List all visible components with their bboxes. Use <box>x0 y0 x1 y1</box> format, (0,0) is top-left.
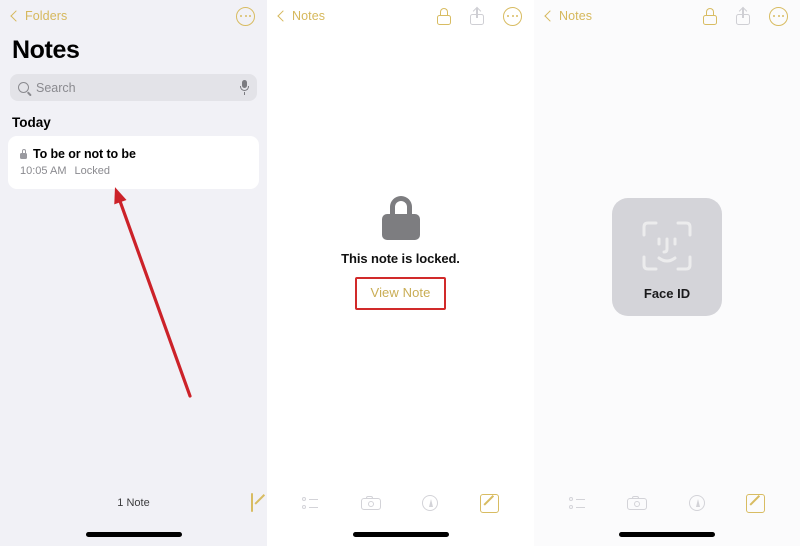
share-icon <box>736 6 750 25</box>
markup-icon[interactable] <box>688 495 705 511</box>
note-time: 10:05 AM <box>20 165 67 177</box>
home-indicator <box>85 532 182 537</box>
chevron-left-icon <box>544 10 556 22</box>
back-to-folders-button[interactable]: Folders <box>10 9 68 23</box>
face-id-caption: Face ID <box>643 286 691 301</box>
locked-note-body: This note is locked. View Note <box>267 196 534 310</box>
padlock-icon <box>381 196 420 240</box>
locked-navbar-actions <box>437 6 522 26</box>
more-circle-icon[interactable] <box>769 6 788 26</box>
search-icon <box>18 82 29 93</box>
list-navbar-actions <box>236 6 255 26</box>
lock-outline-icon[interactable] <box>437 7 451 25</box>
notes-list-screen: Folders Notes Search Today To be or not … <box>0 0 267 546</box>
note-meta-row: 10:05 AM Locked <box>20 165 247 177</box>
chevron-left-icon <box>10 10 22 22</box>
note-status: Locked <box>74 165 110 177</box>
share-icon <box>470 6 484 25</box>
section-header-today: Today <box>12 115 51 130</box>
chevron-left-icon <box>277 10 289 22</box>
locked-navbar: Notes <box>267 0 534 32</box>
locked-editor-toolbar <box>267 486 534 520</box>
note-title-row: To be or not to be <box>20 147 247 161</box>
compose-icon <box>251 493 253 512</box>
home-indicator <box>352 532 449 537</box>
microphone-icon[interactable] <box>240 80 249 95</box>
more-circle-icon[interactable] <box>503 6 522 26</box>
back-button-label: Notes <box>559 9 593 23</box>
checklist-icon[interactable] <box>568 496 586 510</box>
search-placeholder: Search <box>36 80 76 95</box>
faceid-navbar-actions <box>703 6 788 26</box>
home-indicator <box>619 532 715 537</box>
compose-note-button[interactable] <box>251 493 253 512</box>
compose-icon[interactable] <box>480 493 500 513</box>
lock-icon <box>20 149 27 159</box>
list-item[interactable]: To be or not to be 10:05 AM Locked <box>8 136 259 189</box>
screenshot-triptych: Folders Notes Search Today To be or not … <box>0 0 800 546</box>
face-id-icon <box>642 221 692 271</box>
back-to-notes-button[interactable]: Notes <box>277 9 326 23</box>
back-to-notes-button[interactable]: Notes <box>544 9 593 23</box>
faceid-editor-toolbar <box>534 486 800 520</box>
face-id-screen: Notes Face ID <box>534 0 800 546</box>
locked-note-screen: Notes This note is locked. View Note <box>267 0 534 546</box>
more-circle-icon[interactable] <box>236 6 255 26</box>
face-id-card: Face ID <box>612 198 722 316</box>
list-bottom-bar: 1 Note <box>0 486 267 520</box>
camera-icon[interactable] <box>627 496 648 510</box>
note-count-label: 1 Note <box>117 497 150 509</box>
view-note-button[interactable]: View Note <box>354 277 447 310</box>
note-title: To be or not to be <box>33 147 136 161</box>
view-note-label: View Note <box>370 285 431 300</box>
lock-outline-icon[interactable] <box>703 7 717 25</box>
search-input[interactable]: Search <box>10 74 257 101</box>
faceid-navbar: Notes <box>534 0 800 32</box>
locked-message: This note is locked. <box>341 251 460 266</box>
checklist-icon[interactable] <box>301 496 319 510</box>
page-title: Notes <box>12 36 80 64</box>
back-button-label: Notes <box>292 9 326 23</box>
compose-icon[interactable] <box>746 493 766 513</box>
back-button-label: Folders <box>25 9 68 23</box>
list-navbar: Folders <box>0 0 267 32</box>
camera-icon[interactable] <box>360 496 381 510</box>
markup-icon[interactable] <box>422 495 439 511</box>
